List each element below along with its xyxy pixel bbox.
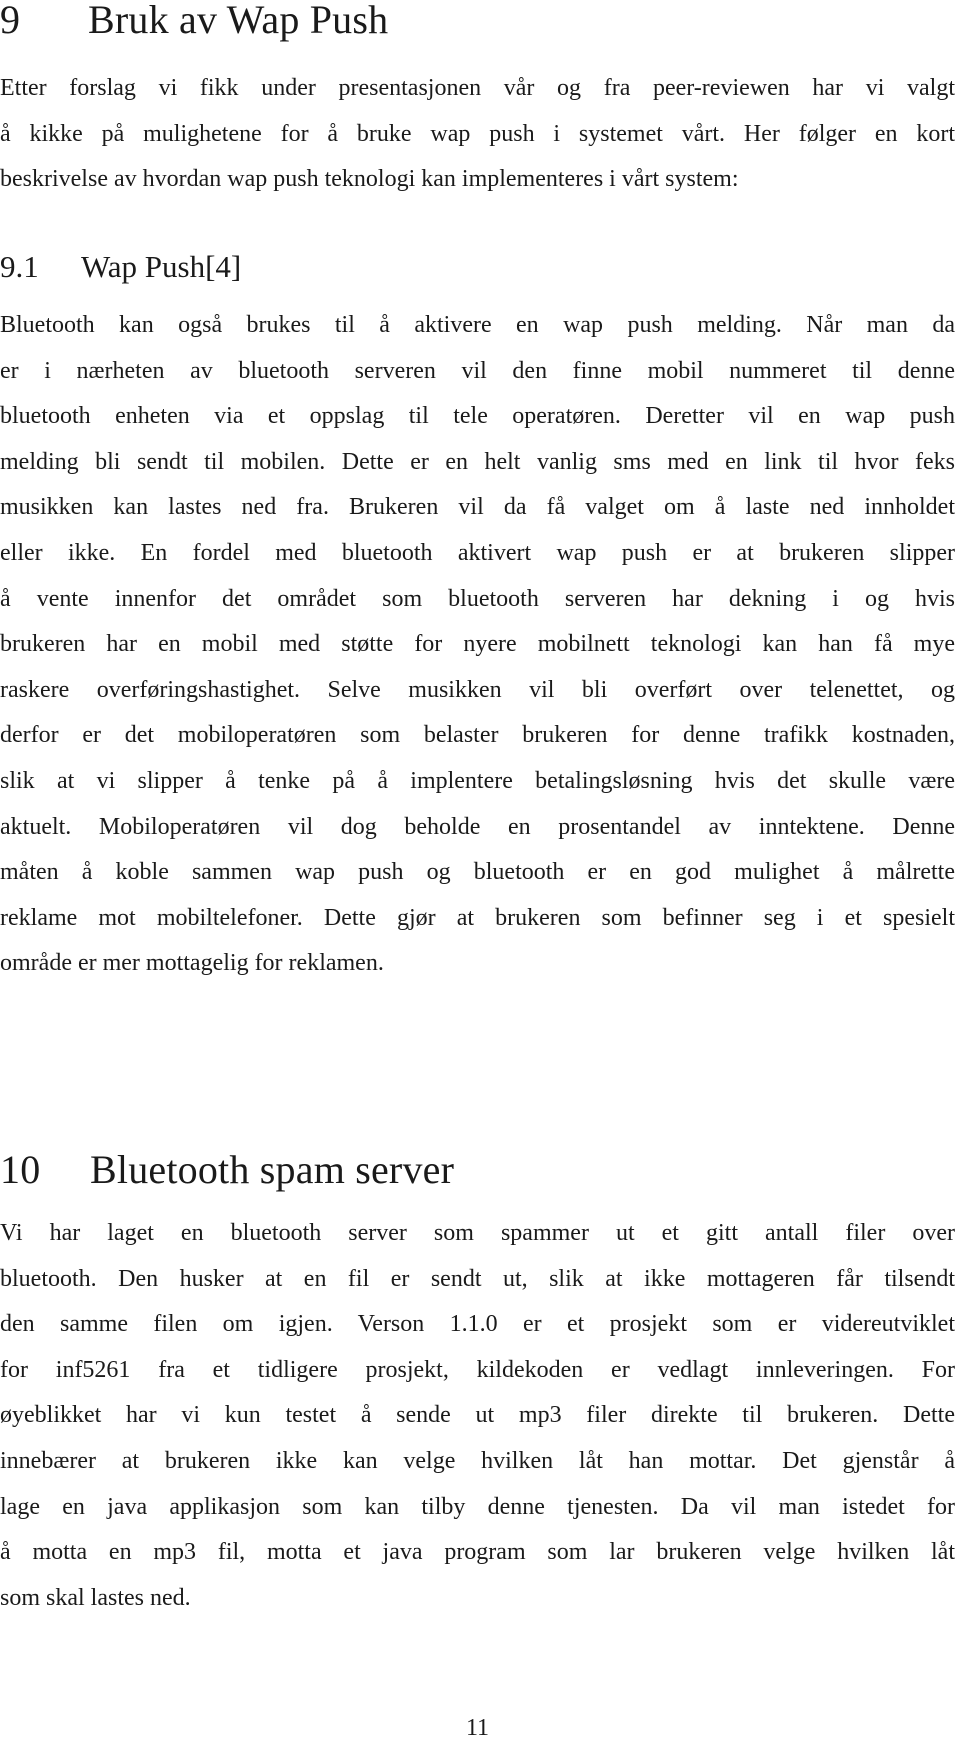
text-line: beskrivelse av hvordan wap push teknolog… bbox=[0, 166, 739, 193]
text-line: bluetooth. Den husker at en fil er sendt… bbox=[0, 1265, 955, 1292]
text-line: den samme filen om igjen. Verson 1.1.0 e… bbox=[0, 1311, 955, 1338]
text-line: å motta en mp3 fil, motta et java progra… bbox=[0, 1539, 955, 1566]
subsection-number: 9.1 bbox=[0, 249, 39, 284]
section-number: 9 bbox=[0, 0, 21, 42]
section-number: 10 bbox=[0, 1147, 41, 1192]
text-line: innebærer at brukeren ikke kan velge hvi… bbox=[0, 1447, 955, 1474]
text-line: Etter forslag vi fikk under presentasjon… bbox=[0, 75, 955, 101]
section-heading-10: 10 Bluetooth spam server bbox=[0, 1150, 454, 1190]
text-line: lage en java applikasjon som kan tilby d… bbox=[0, 1493, 955, 1520]
section-10-paragraph: Vi har laget en bluetooth server som spa… bbox=[0, 1211, 955, 1621]
text-line: å kikke på mulighetene for å bruke wap p… bbox=[0, 120, 955, 147]
subsection-title: Wap Push[4] bbox=[81, 249, 242, 284]
text-line: område er mer mottagelig for reklamen. bbox=[0, 950, 384, 977]
section-title: Bruk av Wap Push bbox=[88, 0, 389, 42]
text-line: Bluetooth kan også brukes til å aktivere… bbox=[0, 312, 955, 338]
document-page: 9 Bruk av Wap Push Etter forslag vi fikk … bbox=[0, 0, 960, 1744]
text-line: derfor er det mobiloperatøren som belast… bbox=[0, 722, 955, 749]
text-line: Vi har laget en bluetooth server som spa… bbox=[0, 1220, 955, 1246]
section-heading-9: 9 Bruk av Wap Push bbox=[0, 0, 388, 40]
text-line: å vente innenfor det området som bluetoo… bbox=[0, 585, 955, 612]
text-line: slik at vi slipper å tenke på å implente… bbox=[0, 767, 955, 794]
page-number: 11 bbox=[465, 1715, 490, 1741]
text-line: melding bli sendt til mobilen. Dette er … bbox=[0, 448, 955, 475]
text-line: er i nærheten av bluetooth serveren vil … bbox=[0, 357, 955, 384]
text-line: musikken kan lastes ned fra. Brukeren vi… bbox=[0, 494, 955, 521]
text-line: aktuelt. Mobiloperatøren vil dog beholde… bbox=[0, 813, 955, 840]
text-line: for inf5261 fra et tidligere prosjekt, k… bbox=[0, 1356, 955, 1383]
text-line: raskere overføringshastighet. Selve musi… bbox=[0, 676, 955, 703]
subsection-9-1-paragraph: Bluetooth kan også brukes til å aktivere… bbox=[0, 303, 955, 987]
text-line: eller ikke. En fordel med bluetooth akti… bbox=[0, 539, 955, 566]
text-line: som skal lastes ned. bbox=[0, 1584, 191, 1611]
subsection-heading-9-1: 9.1 Wap Push[4] bbox=[0, 251, 241, 283]
section-title: Bluetooth spam server bbox=[90, 1147, 455, 1192]
text-line: øyeblikket har vi kun testet å sende ut … bbox=[0, 1402, 955, 1429]
text-line: reklame mot mobiltelefoner. Dette gjør a… bbox=[0, 904, 955, 931]
text-line: bluetooth enheten via et oppslag til tel… bbox=[0, 403, 955, 430]
text-line: brukeren har en mobil med støtte for nye… bbox=[0, 631, 955, 658]
section-9-intro-paragraph: Etter forslag vi fikk under presentasjon… bbox=[0, 66, 955, 203]
text-line: måten å koble sammen wap push og bluetoo… bbox=[0, 859, 955, 886]
